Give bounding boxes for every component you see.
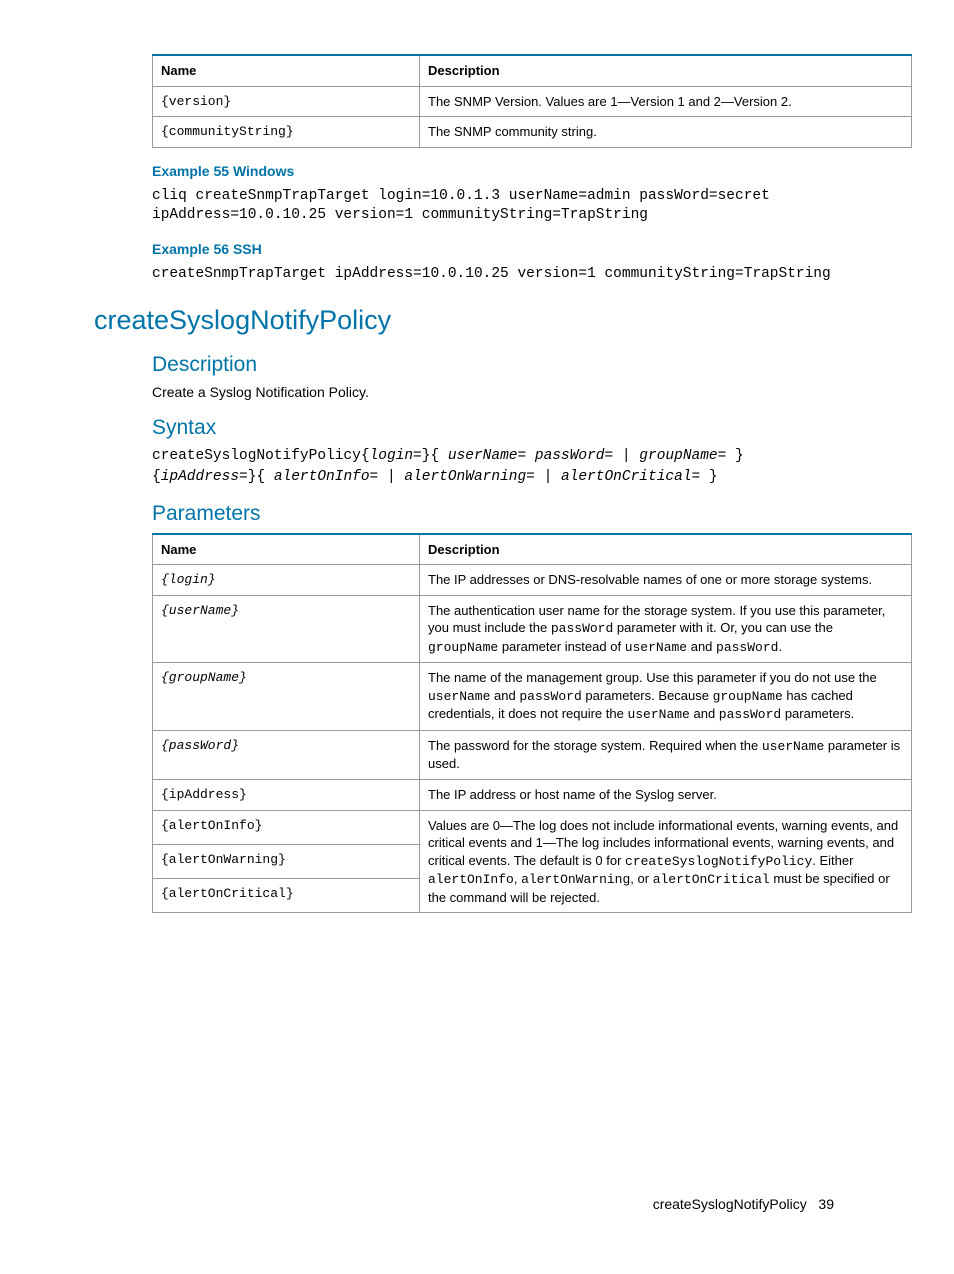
table-header-name: Name [153,534,420,565]
param-desc: The SNMP Version. Values are 1—Version 1… [420,86,912,117]
param-name: {communityString} [153,117,420,148]
page-footer: createSyslogNotifyPolicy 39 [653,1195,834,1214]
table-header-desc: Description [420,534,912,565]
table-row: {groupName} The name of the management g… [153,663,912,731]
param-desc: The password for the storage system. Req… [420,730,912,779]
param-name: {alertOnWarning} [153,844,420,878]
syntax-block: createSyslogNotifyPolicy{login=}{ userNa… [152,446,894,488]
parameters-heading: Parameters [152,500,894,528]
param-name: {passWord} [153,730,420,779]
param-desc: Values are 0—The log does not include in… [420,810,912,913]
param-name: {login} [153,565,420,596]
syntax-text: } [726,448,743,464]
example-55-code: cliq createSnmpTrapTarget login=10.0.1.3… [152,187,894,226]
table-header-name: Name [153,55,420,86]
param-name: {alertOnCritical} [153,878,420,912]
param-name: {alertOnInfo} [153,810,420,844]
syntax-text: { [361,448,370,464]
param-name: {groupName} [153,663,420,731]
syntax-text: } [700,469,717,485]
description-heading: Description [152,351,894,379]
syntax-param: userName= passWord= | groupName= [448,448,726,464]
param-desc: The authentication user name for the sto… [420,595,912,663]
param-name: {version} [153,86,420,117]
syntax-text: { [152,469,161,485]
table-row: {alertOnInfo} Values are 0—The log does … [153,810,912,844]
syntax-param: ipAddress= [161,469,248,485]
syslog-params-table: Name Description {login} The IP addresse… [152,533,912,914]
table-row: {version} The SNMP Version. Values are 1… [153,86,912,117]
example-56-code: createSnmpTrapTarget ipAddress=10.0.10.2… [152,265,894,285]
param-name: {ipAddress} [153,779,420,810]
syntax-heading: Syntax [152,414,894,442]
syntax-text: }{ [422,448,448,464]
table-row: {ipAddress} The IP address or host name … [153,779,912,810]
footer-page-number: 39 [818,1196,834,1212]
param-name: {userName} [153,595,420,663]
table-row: {passWord} The password for the storage … [153,730,912,779]
syntax-param: login= [370,448,422,464]
example-55-heading: Example 55 Windows [152,162,894,181]
table-row: {login} The IP addresses or DNS-resolvab… [153,565,912,596]
snmp-params-table: Name Description {version} The SNMP Vers… [152,54,912,148]
param-desc: The name of the management group. Use th… [420,663,912,731]
table-header-desc: Description [420,55,912,86]
description-text: Create a Syslog Notification Policy. [152,383,894,402]
footer-label: createSyslogNotifyPolicy [653,1196,807,1212]
command-title: createSyslogNotifyPolicy [94,302,894,338]
param-desc: The IP address or host name of the Syslo… [420,779,912,810]
table-row: {userName} The authentication user name … [153,595,912,663]
syntax-param: alertOnInfo= | alertOnWarning= | alertOn… [274,469,700,485]
example-56-heading: Example 56 SSH [152,240,894,259]
param-desc: The IP addresses or DNS-resolvable names… [420,565,912,596]
param-desc: The SNMP community string. [420,117,912,148]
syntax-cmd: createSyslogNotifyPolicy [152,448,361,464]
syntax-text: }{ [248,469,274,485]
table-row: {communityString} The SNMP community str… [153,117,912,148]
